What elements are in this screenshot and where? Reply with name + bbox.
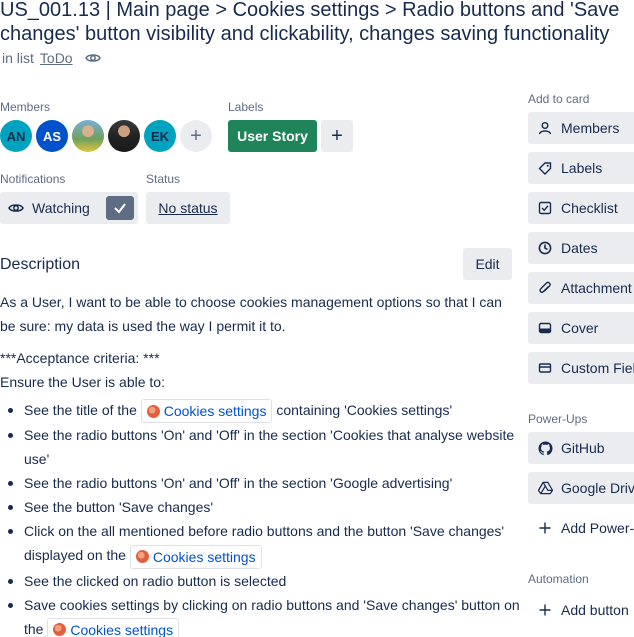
person-icon [537, 120, 553, 136]
status-label: Status [146, 172, 181, 186]
list-item: See the radio buttons 'On' and 'Off' in … [0, 471, 520, 495]
list-item: Click on the all mentioned before radio … [0, 519, 520, 569]
check-icon [106, 196, 134, 220]
watch-button-label: Watching [32, 200, 90, 216]
custom-fields-icon [537, 360, 553, 376]
member-avatars: AN AS EK + [0, 120, 212, 152]
sidebar-google-drive-button[interactable]: Google Drive [528, 472, 634, 504]
clock-icon [537, 240, 553, 256]
watch-button[interactable]: Watching [0, 192, 138, 224]
automation-label: Automation [528, 572, 589, 586]
paperclip-icon [537, 280, 553, 296]
acceptance-criteria-list: See the title of the Cookies settings co… [0, 398, 520, 637]
sidebar-cover-button[interactable]: Cover [528, 312, 634, 344]
sidebar-attachment-button[interactable]: Attachment [528, 272, 634, 304]
sidebar-labels-button[interactable]: Labels [528, 152, 634, 184]
add-member-button[interactable]: + [180, 120, 212, 152]
acceptance-criteria-heading: ***Acceptance criteria: *** [0, 350, 160, 366]
list-item: See the radio buttons 'On' and 'Off' in … [0, 423, 520, 471]
sidebar-add-power-ups-button[interactable]: Add Power-Ups [528, 512, 634, 544]
in-list-prefix: in list [2, 50, 34, 66]
avatar[interactable] [72, 120, 104, 152]
edit-description-button[interactable]: Edit [463, 248, 512, 280]
notifications-label: Notifications [0, 172, 66, 186]
list-breadcrumb: in list ToDo [2, 50, 101, 66]
cookies-settings-link[interactable]: Cookies settings [140, 399, 273, 424]
github-icon [537, 440, 553, 456]
description-title: Description [0, 256, 81, 273]
list-item: Save cookies settings by clicking on rad… [0, 593, 520, 637]
members-label: Members [0, 100, 51, 114]
power-ups-label: Power-Ups [528, 412, 588, 426]
card-title-line-1: US_001.13 | Main page > Cookies settings… [0, 0, 620, 21]
list-item: See the title of the Cookies settings co… [0, 398, 520, 424]
list-item: See the clicked on radio button is selec… [0, 569, 520, 593]
card-title-line-2: changes' button visibility and clickabil… [0, 23, 610, 45]
list-item: See the button 'Save changes' [0, 495, 520, 519]
avatar[interactable]: AN [0, 120, 32, 152]
card-title[interactable]: US_001.13 | Main page > Cookies settings… [0, 0, 634, 46]
eye-icon [84, 50, 101, 66]
google-drive-icon [537, 480, 553, 496]
sidebar-dates-button[interactable]: Dates [528, 232, 634, 264]
list-link[interactable]: ToDo [40, 50, 73, 66]
cover-icon [537, 320, 553, 336]
status-button[interactable]: No status [146, 192, 230, 224]
add-to-card-label: Add to card [528, 92, 590, 106]
checklist-icon [537, 200, 553, 216]
plus-icon [537, 520, 553, 536]
add-label-button[interactable]: + [321, 120, 353, 152]
tag-icon [537, 160, 553, 176]
sidebar-add-button-button[interactable]: Add button [528, 594, 634, 626]
sidebar-github-button[interactable]: GitHub [528, 432, 634, 464]
site-favicon-icon [146, 404, 160, 418]
acceptance-criteria-intro: Ensure the User is able to: [0, 374, 165, 390]
description-body[interactable]: As a User, I want to be able to choose c… [0, 290, 520, 637]
sidebar-members-button[interactable]: Members [528, 112, 634, 144]
avatar[interactable] [108, 120, 140, 152]
sidebar-custom-fields-button[interactable]: Custom Fields [528, 352, 634, 384]
site-favicon-icon [135, 550, 149, 564]
site-favicon-icon [53, 623, 67, 637]
label-user-story[interactable]: User Story [228, 120, 317, 152]
eye-icon [8, 200, 24, 216]
cookies-settings-link[interactable]: Cookies settings [47, 617, 180, 637]
labels-label: Labels [228, 100, 264, 114]
description-intro: As a User, I want to be able to choose c… [0, 294, 502, 334]
sidebar-checklist-button[interactable]: Checklist [528, 192, 634, 224]
plus-icon [537, 602, 553, 618]
avatar[interactable]: AS [36, 120, 68, 152]
cookies-settings-link[interactable]: Cookies settings [129, 544, 262, 569]
avatar[interactable]: EK [144, 120, 176, 152]
